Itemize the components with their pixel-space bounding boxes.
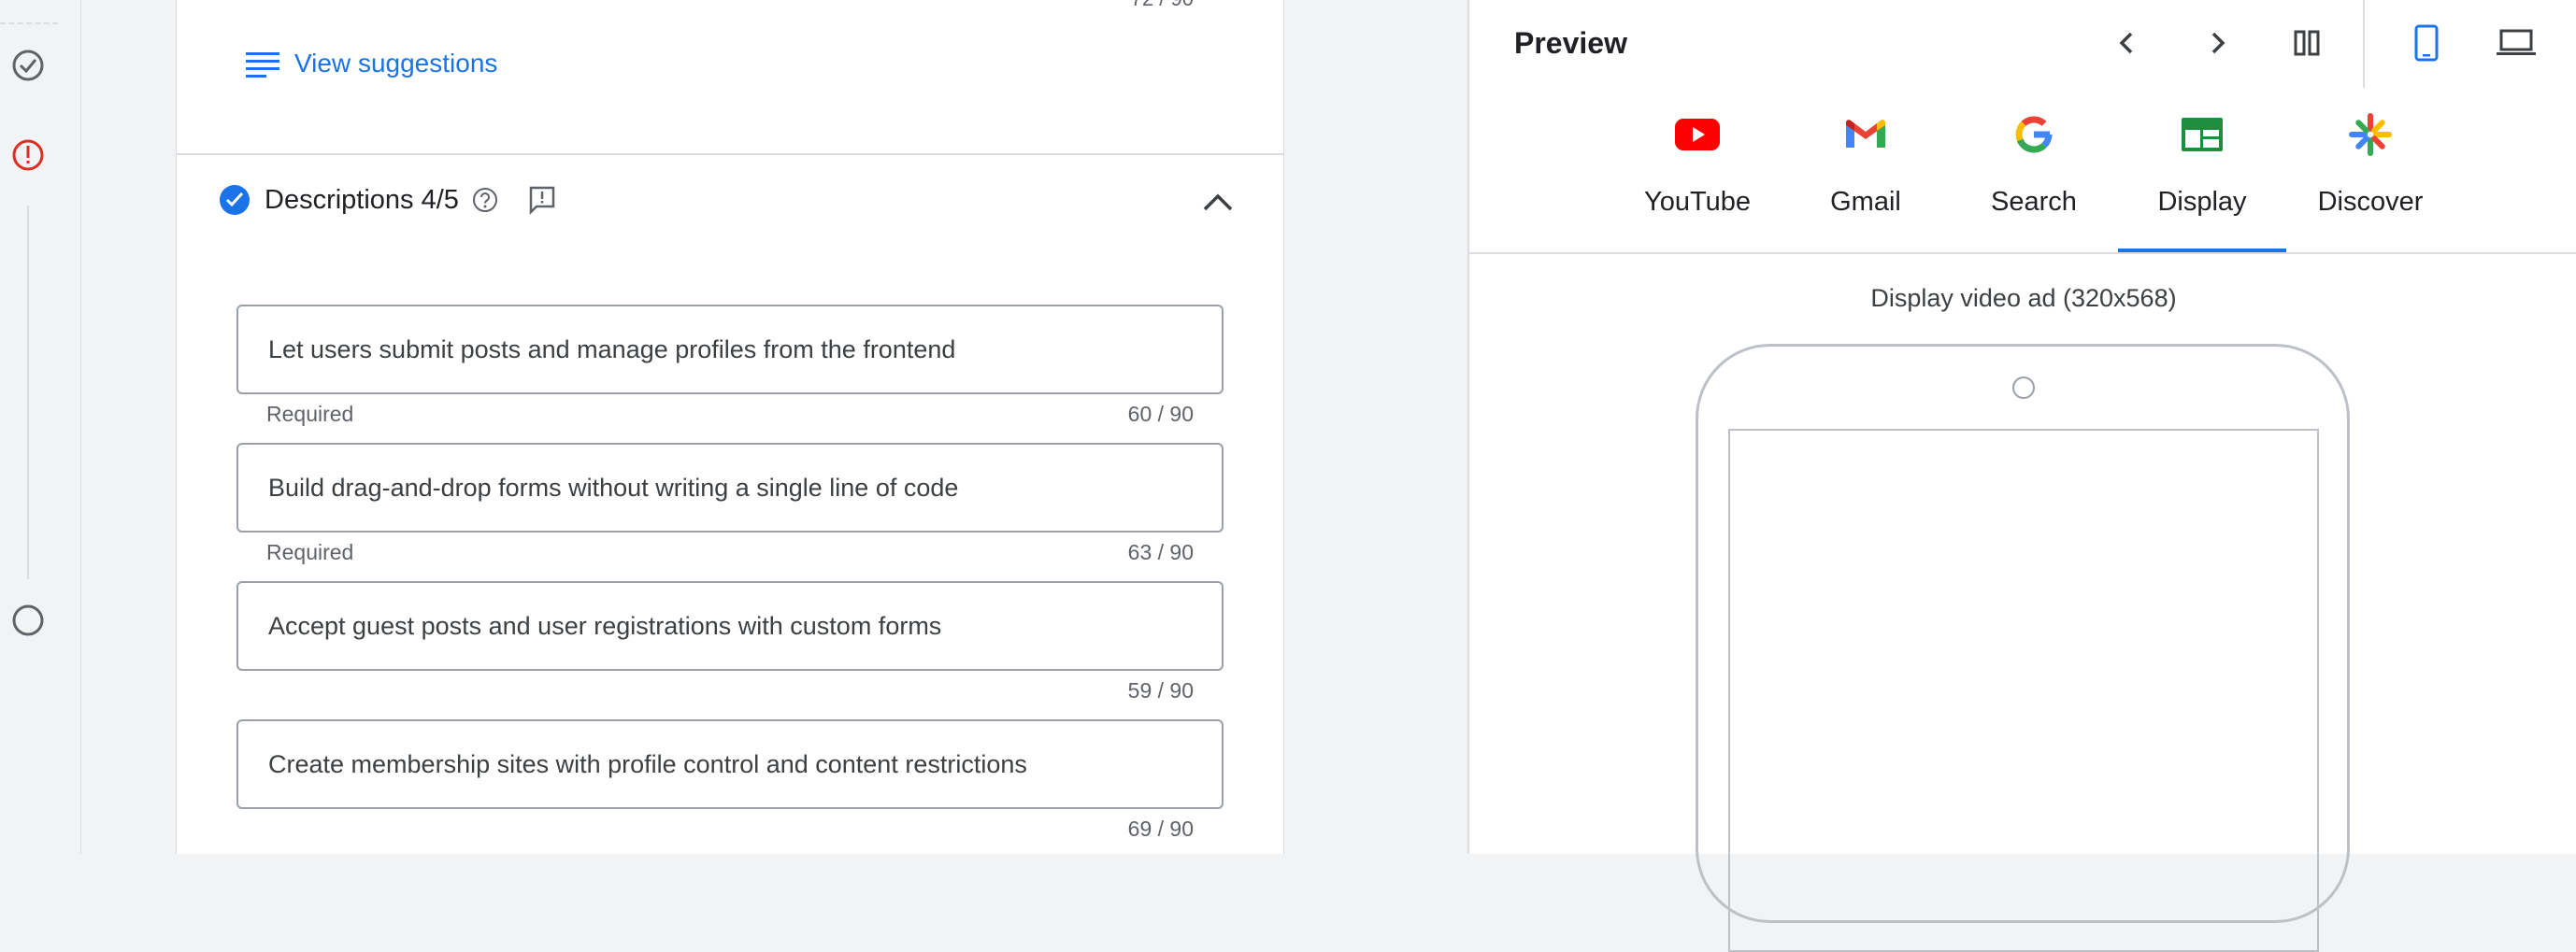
descriptions-title: Descriptions 4/5 xyxy=(265,184,459,215)
tab-display[interactable]: Display xyxy=(2118,105,2286,252)
description-input[interactable]: Build drag-and-drop forms without writin… xyxy=(236,443,1224,533)
chevron-right-icon xyxy=(2211,32,2225,54)
step-pending-icon[interactable] xyxy=(9,602,47,639)
help-icon[interactable] xyxy=(470,185,500,215)
char-counter: 60 / 90 xyxy=(1127,402,1194,426)
placement-tabs: YouTube Gmail Search Display Discover xyxy=(1613,105,2454,252)
youtube-icon xyxy=(1671,108,1724,161)
description-field-4: Create membership sites with profile con… xyxy=(236,719,1224,845)
phone-mockup xyxy=(1696,344,2350,952)
next-button[interactable] xyxy=(2195,21,2240,65)
tab-youtube[interactable]: YouTube xyxy=(1613,105,1782,252)
view-suggestions-label: View suggestions xyxy=(294,49,498,78)
list-icon xyxy=(246,52,279,78)
section-divider xyxy=(177,153,1283,155)
discover-icon xyxy=(2344,108,2397,161)
headline-char-counter: 72 / 90 xyxy=(1131,0,1194,11)
description-field-2: Build drag-and-drop forms without writin… xyxy=(236,443,1224,568)
mobile-view-button[interactable] xyxy=(2404,21,2449,65)
required-hint: Required xyxy=(266,540,354,564)
tab-discover[interactable]: Discover xyxy=(2286,105,2454,252)
previous-button[interactable] xyxy=(2105,21,2150,65)
rail-divider xyxy=(0,22,58,24)
columns-icon xyxy=(2294,30,2320,56)
description-field-3: Accept guest posts and user registration… xyxy=(236,581,1224,706)
phone-screen xyxy=(1728,429,2319,952)
step-rail xyxy=(0,0,81,854)
smartphone-icon xyxy=(2414,24,2439,62)
google-icon xyxy=(2008,108,2060,161)
chevron-left-icon xyxy=(2119,32,2133,54)
required-hint: Required xyxy=(266,402,354,426)
gmail-icon xyxy=(1839,108,1892,161)
feedback-icon[interactable] xyxy=(526,184,558,216)
preview-panel: Preview YouTube Gmail Search Display Dis… xyxy=(1467,0,2576,952)
view-suggestions-button[interactable]: View suggestions xyxy=(244,49,497,78)
tab-label: Search xyxy=(1991,187,2077,217)
display-icon xyxy=(2176,108,2228,161)
description-input[interactable]: Let users submit posts and manage profil… xyxy=(236,305,1224,394)
preview-title: Preview xyxy=(1514,26,1627,60)
char-counter: 59 / 90 xyxy=(1127,678,1194,703)
tab-search[interactable]: Search xyxy=(1950,105,2118,252)
ad-form-panel: 72 / 90 View suggestions Descriptions 4/… xyxy=(176,0,1284,854)
toolbar-separator xyxy=(2363,0,2365,88)
check-circle-icon xyxy=(220,185,250,215)
collapse-section-button[interactable] xyxy=(1197,183,1238,224)
tabs-divider xyxy=(1469,252,2576,254)
tab-label: Display xyxy=(2157,187,2247,217)
chevron-up-icon xyxy=(1203,193,1233,211)
phone-camera xyxy=(2012,377,2035,399)
side-by-side-button[interactable] xyxy=(2284,21,2329,65)
descriptions-header: Descriptions 4/5 xyxy=(218,183,558,217)
description-field-1: Let users submit posts and manage profil… xyxy=(236,305,1224,430)
preview-caption: Display video ad (320x568) xyxy=(1870,284,2177,312)
description-input[interactable]: Accept guest posts and user registration… xyxy=(236,581,1224,671)
description-input[interactable]: Create membership sites with profile con… xyxy=(236,719,1224,809)
step-error-icon[interactable] xyxy=(9,136,47,174)
tab-label: Gmail xyxy=(1830,187,1901,217)
char-counter: 63 / 90 xyxy=(1127,540,1194,564)
step-complete-icon[interactable] xyxy=(9,47,47,84)
desktop-view-button[interactable] xyxy=(2494,21,2539,65)
tab-gmail[interactable]: Gmail xyxy=(1782,105,1950,252)
laptop-icon xyxy=(2497,29,2536,55)
tab-label: YouTube xyxy=(1644,187,1751,217)
char-counter: 69 / 90 xyxy=(1127,817,1194,841)
tab-label: Discover xyxy=(2317,187,2424,217)
rail-connector xyxy=(27,206,29,579)
